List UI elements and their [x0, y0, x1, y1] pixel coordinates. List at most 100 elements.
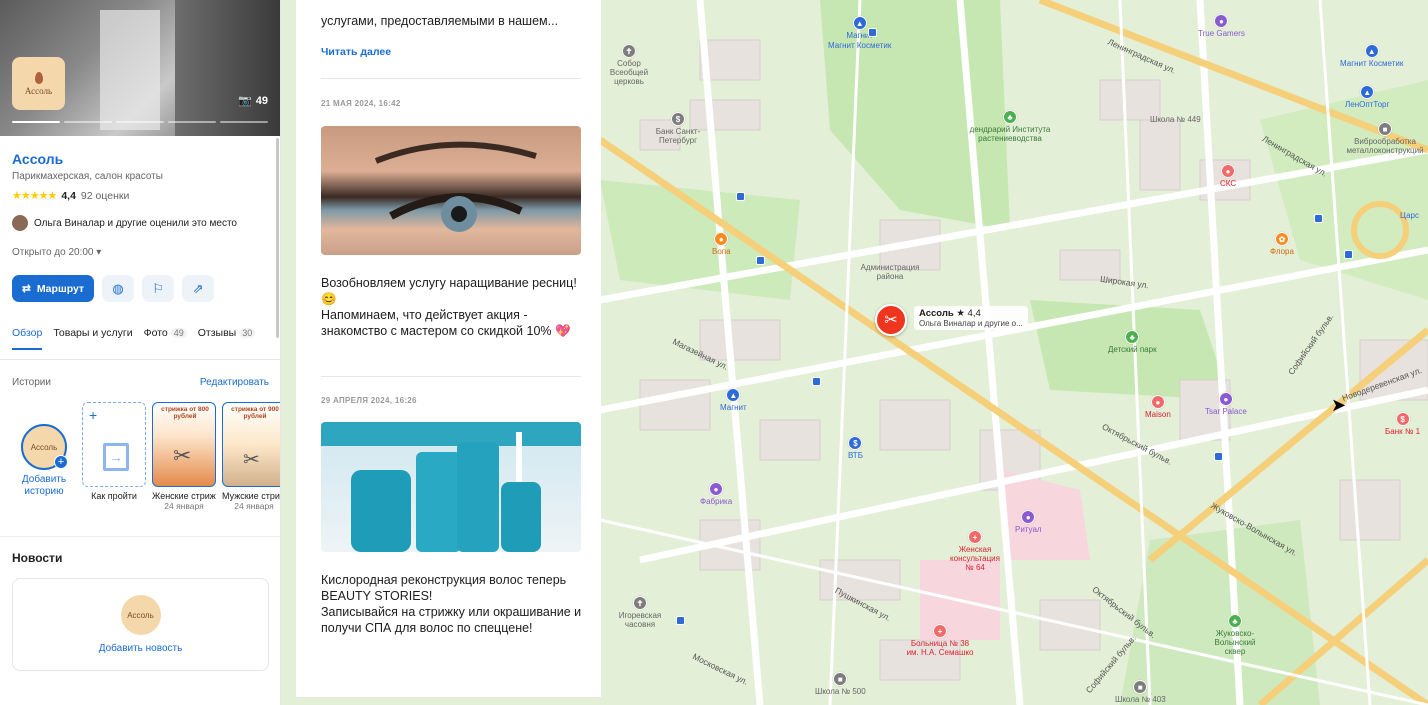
poi-bank-1[interactable]: $ Банк № 1: [1385, 412, 1420, 436]
scissors-marker-icon[interactable]: ✂: [875, 304, 907, 336]
story-item[interactable]: стрижка от 800 рублей ✂ Женские стрижки …: [152, 402, 216, 511]
open-hours[interactable]: Открыто до 20:00 ▾: [12, 247, 101, 258]
logo-text: Ассоль: [127, 610, 154, 620]
divider: [0, 536, 280, 537]
tab-goods[interactable]: Товары и услуги: [53, 327, 132, 350]
poi-school-500[interactable]: ■ Школа № 500: [815, 672, 866, 696]
poi-church[interactable]: ✝ Собор Всеобщей церковь: [600, 44, 658, 86]
bus-stop-icon[interactable]: [736, 192, 745, 201]
bus-stop-icon[interactable]: [1344, 250, 1353, 259]
poi-flora[interactable]: ✿ Флора: [1270, 232, 1294, 256]
tab-reviews[interactable]: Отзывы 30: [198, 327, 256, 350]
post-image-hair-products[interactable]: [321, 422, 581, 552]
story-card: стрижка от 800 рублей ✂: [152, 402, 216, 487]
route-button[interactable]: ⇄ Маршрут: [12, 275, 95, 302]
story-item[interactable]: + → Как пройти: [82, 402, 146, 511]
add-news-label: Добавить новость: [98, 643, 183, 654]
poi-ritual[interactable]: ● Ритуал: [1015, 510, 1042, 534]
poi-vtb[interactable]: $ ВТБ: [848, 436, 863, 460]
share-button[interactable]: ⇗: [182, 275, 215, 302]
post-image-eyelashes[interactable]: [321, 126, 581, 255]
poi-magnit[interactable]: ▲ Магнит Магнит Косметик: [828, 16, 891, 50]
tab-overview[interactable]: Обзор: [12, 327, 43, 350]
sport-icon: ●: [1221, 164, 1236, 178]
website-button[interactable]: ◍: [102, 275, 135, 302]
place-sidebar: Ассоль 📷 49 Ассоль Парикмахерская, салон …: [0, 0, 281, 705]
poi-square[interactable]: ♣ Жуковско-Волынский сквер: [1205, 614, 1265, 656]
poi-dendrary[interactable]: ♣ дендрарий Института растениеводства: [965, 110, 1055, 143]
school-icon: ■: [833, 672, 848, 686]
poi-tsar-palace[interactable]: ● Tsar Palace: [1205, 392, 1247, 416]
poi-sks[interactable]: ● СКС: [1220, 164, 1236, 188]
read-more-link[interactable]: Читать далее: [321, 46, 391, 58]
story-card: + →: [82, 402, 146, 487]
globe-icon: ◍: [112, 280, 124, 296]
photo-count-value: 49: [255, 94, 268, 107]
marker-label[interactable]: Ассоль ★ 4,4 Ольга Виналар и другие о...: [914, 306, 1028, 330]
gamepad-icon: ●: [1214, 14, 1229, 28]
church-icon: ✝: [622, 44, 636, 58]
bus-stop-icon[interactable]: [1314, 214, 1323, 223]
food-icon: ●: [714, 232, 729, 246]
tab-photos[interactable]: Фото 49: [144, 327, 187, 350]
poi-chapel[interactable]: ✝ Игоревская часовня: [615, 596, 665, 629]
story-card: стрижка от 900 рублей ✂: [222, 402, 280, 487]
add-news-card[interactable]: Ассоль Добавить новость: [12, 578, 269, 671]
poi-vopa[interactable]: ● Вопа: [712, 232, 731, 256]
park-icon: ♣: [1003, 110, 1017, 124]
rating[interactable]: ★★★★★ 4,4 92 оценки: [12, 189, 130, 203]
rating-count: 92 оценки: [80, 189, 130, 202]
avatar: [12, 215, 28, 231]
add-story-label: Добавить историю: [21, 474, 67, 497]
story-title: Мужские стрижки: [222, 491, 280, 501]
tab-badge: 30: [239, 328, 256, 338]
poi-true-gamers[interactable]: ● True Gamers: [1198, 14, 1245, 38]
poi-admin[interactable]: Администрация района: [855, 262, 925, 281]
poi-magnit-cosmetic[interactable]: ▲ Магнит Косметик: [1340, 44, 1403, 68]
post-text: Возобновляем услугу наращивание ресниц! …: [321, 276, 577, 338]
poi-fabrika[interactable]: ● Фабрика: [700, 482, 732, 506]
poi-vibro[interactable]: ■ Виброобработка металлоконструкций: [1340, 122, 1428, 155]
bus-stop-icon[interactable]: [868, 28, 877, 37]
post-text-truncated: услугами, предоставляемыми в нашем...: [321, 14, 559, 28]
poi-magnit-2[interactable]: ▲ Магнит: [720, 388, 747, 412]
reviewers-text: Ольга Виналар и другие оценили это место: [34, 217, 237, 229]
poi-women-clinic[interactable]: + Женская консультация № 64: [945, 530, 1005, 572]
bus-stop-icon[interactable]: [676, 616, 685, 625]
tab-label: Товары и услуги: [53, 327, 133, 339]
story-item[interactable]: стрижка от 900 рублей ✂ Мужские стрижки …: [222, 402, 280, 511]
bus-stop-icon[interactable]: [1214, 452, 1223, 461]
poi-maison[interactable]: ● Maison: [1145, 395, 1171, 419]
poi-school-449[interactable]: Школа № 449: [1150, 114, 1201, 124]
tab-label: Фото: [143, 327, 168, 339]
poi-tsars[interactable]: Царс: [1400, 210, 1419, 220]
stories-edit-link[interactable]: Редактировать: [200, 377, 269, 388]
eye-illustration: [374, 141, 537, 232]
add-story-button[interactable]: Ассоль + Добавить историю: [12, 402, 76, 511]
photo-detail: [175, 0, 280, 136]
shop-icon: ●: [709, 482, 724, 496]
add-story-avatar: Ассоль +: [21, 424, 68, 470]
marker-name: Ассоль: [919, 308, 954, 319]
poi-school-403[interactable]: ■ Школа № 403: [1115, 680, 1166, 704]
scrollbar[interactable]: [276, 138, 279, 338]
poi-bank-spb[interactable]: $ Банк Санкт-Петербург: [648, 112, 708, 145]
story-title: Как пройти: [91, 491, 137, 501]
logo-avatar: Ассоль: [120, 595, 161, 635]
news-heading: Новости: [12, 551, 63, 565]
poi-kids-park[interactable]: ♣ Детский парк: [1108, 330, 1157, 354]
reviewers[interactable]: Ольга Виналар и другие оценили это место: [12, 215, 237, 231]
place-title[interactable]: Ассоль: [12, 151, 63, 167]
poi-lenopttorg[interactable]: ▲ ЛенОптТорг: [1345, 85, 1389, 109]
news-feed-panel: услугами, предоставляемыми в нашем... Чи…: [296, 0, 601, 697]
place-photo[interactable]: Ассоль 📷 49: [0, 0, 280, 136]
bank-icon: $: [671, 112, 685, 126]
divider: [0, 359, 280, 360]
bus-stop-icon[interactable]: [812, 377, 821, 386]
photo-count[interactable]: 📷 49: [238, 94, 268, 108]
tabs: Обзор Товары и услуги Фото 49 Отзывы 30: [12, 327, 256, 350]
poi-hospital-38[interactable]: + Больница № 38 им. Н.А. Семашко: [905, 624, 975, 657]
bus-stop-icon[interactable]: [756, 256, 765, 265]
bookmark-button[interactable]: ⚐: [142, 275, 175, 302]
park-icon: ♣: [1125, 330, 1140, 344]
